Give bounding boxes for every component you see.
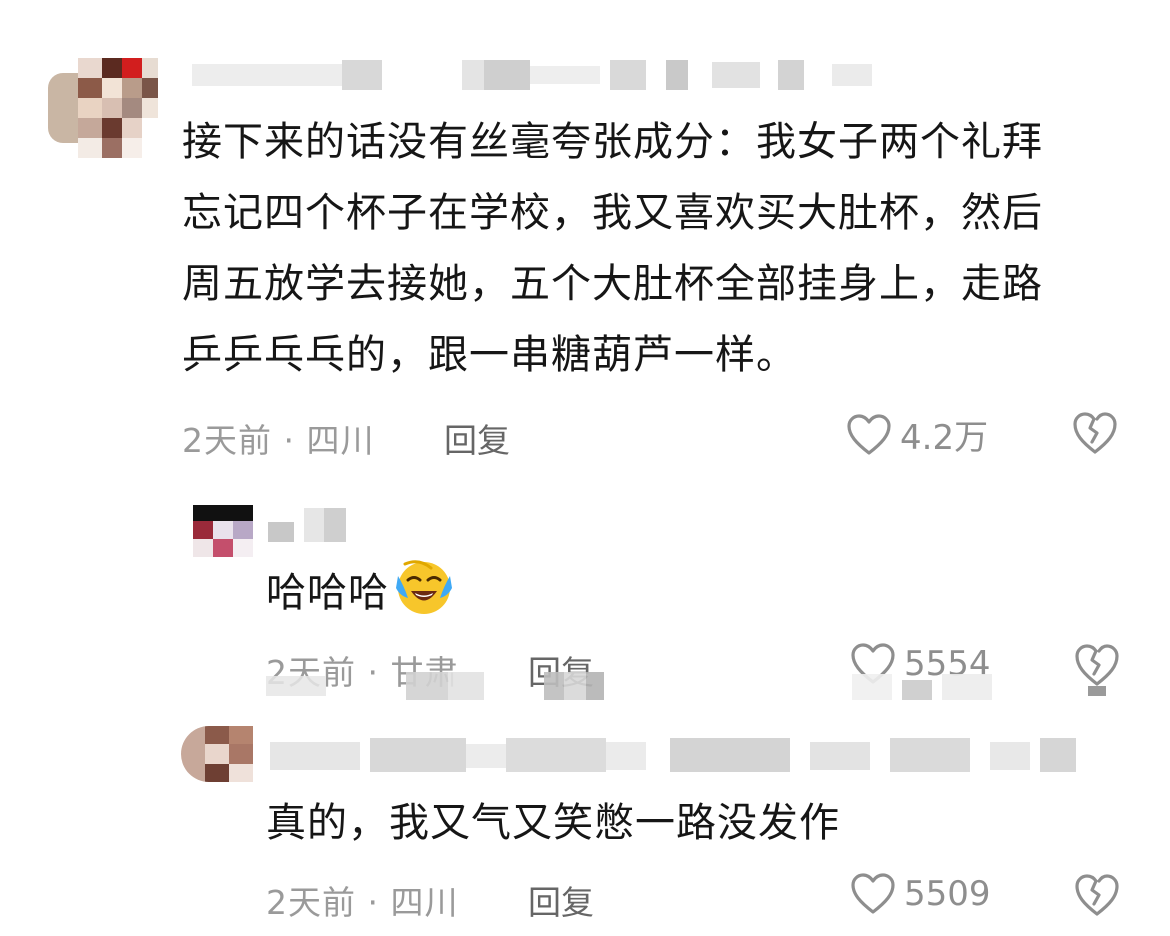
avatar[interactable] [181, 726, 253, 782]
reply-button[interactable]: 回复 [528, 876, 594, 924]
comment-text-line: 哈哈哈 [266, 570, 389, 616]
comment-text-line: 接下来的话没有丝毫夸张成分：我女子两个礼拜 [182, 119, 1043, 165]
laughing-crying-emoji [395, 558, 453, 616]
dislike-button[interactable] [1072, 410, 1118, 456]
broken-heart-icon [1074, 642, 1120, 698]
like-button[interactable]: 5509 [850, 872, 991, 916]
broken-heart-icon [1074, 872, 1120, 918]
heart-outline-icon [850, 872, 896, 916]
comment-text-line: 真的，我又气又笑憋一路没发作 [266, 800, 840, 846]
comment-text-line: 忘记四个杯子在学校，我又喜欢买大肚杯，然后 [182, 190, 1043, 236]
meta-separator: · [283, 421, 295, 460]
comment-text: 接下来的话没有丝毫夸张成分：我女子两个礼拜 忘记四个杯子在学校，我又喜欢买大肚杯… [182, 107, 1122, 391]
username-redacted[interactable] [270, 738, 1110, 772]
like-count: 4.2万 [900, 418, 989, 458]
blur-overlay [266, 672, 626, 700]
blur-overlay [852, 674, 1012, 700]
heart-outline-icon [846, 413, 892, 457]
username-redacted[interactable] [192, 60, 882, 94]
comment-meta: 2天前 · 四川 [182, 414, 375, 462]
dislike-button[interactable] [1074, 872, 1120, 918]
timestamp: 2天前 [266, 883, 356, 922]
comment-text-line: 乒乒乓乓的，跟一串糖葫芦一样。 [182, 332, 797, 378]
meta-separator: · [367, 883, 379, 922]
dislike-button[interactable] [1074, 642, 1120, 698]
timestamp: 2天前 [182, 421, 272, 460]
comment-text: 真的，我又气又笑憋一路没发作 [266, 788, 840, 859]
avatar[interactable] [48, 58, 158, 158]
username-redacted[interactable] [268, 508, 358, 542]
comment-text: 哈哈哈 [266, 558, 453, 629]
broken-heart-icon [1072, 410, 1118, 456]
location: 四川 [390, 883, 459, 922]
like-button[interactable]: 4.2万 [846, 410, 988, 459]
avatar[interactable] [193, 505, 253, 557]
reply-button[interactable]: 回复 [444, 414, 510, 462]
like-count: 5509 [904, 874, 991, 914]
comment-text-line: 周五放学去接她，五个大肚杯全部挂身上，走路 [182, 261, 1043, 307]
location: 四川 [306, 421, 375, 460]
comment-meta: 2天前 · 四川 [266, 876, 459, 924]
